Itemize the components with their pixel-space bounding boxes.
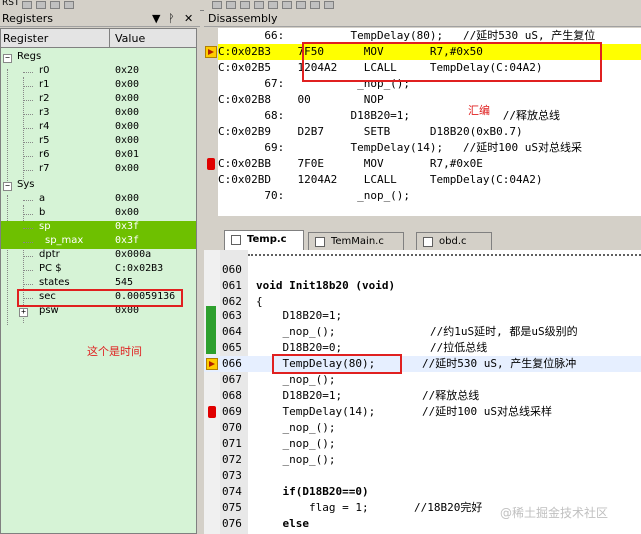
step-out-icon[interactable] xyxy=(50,1,60,9)
registers-column-header: Register Value xyxy=(1,29,196,48)
code-line[interactable]: 065 D18B20=0;//拉低总线 xyxy=(204,340,641,356)
disasm-source-line[interactable]: 69: TempDelay(14); //延时100 uS对总线采 xyxy=(218,140,641,156)
window-icon[interactable] xyxy=(240,1,250,9)
file-icon xyxy=(231,235,241,245)
tab-temp-c[interactable]: Temp.c xyxy=(224,230,304,250)
breakpoint-icon[interactable] xyxy=(208,406,216,418)
file-icon xyxy=(315,237,325,247)
code-line[interactable]: 060 xyxy=(204,262,641,278)
annotation-box xyxy=(302,42,602,82)
tree-group-regs[interactable]: − Regs xyxy=(1,51,196,65)
register-row-selected[interactable]: sp_max 0x3f xyxy=(1,235,196,249)
window-icon[interactable] xyxy=(212,1,222,9)
pin-icon[interactable]: ᚹ xyxy=(168,12,175,25)
window-icon[interactable] xyxy=(268,1,278,9)
annotation-note: 这个是时间 xyxy=(87,345,142,358)
register-row[interactable]: a 0x00 xyxy=(1,193,196,207)
window-icon[interactable] xyxy=(324,1,334,9)
close-icon[interactable]: ✕ xyxy=(184,12,193,25)
disassembly-window: 66: TempDelay(80); //延时530 uS, 产生复位 C:0x… xyxy=(204,28,641,216)
code-line[interactable]: 071 _nop_(); xyxy=(204,436,641,452)
window-icon[interactable] xyxy=(254,1,264,9)
reset-button[interactable]: RST xyxy=(2,0,19,8)
disasm-line[interactable]: C:0x02BB 7F0E MOV R7,#0x0E xyxy=(218,156,641,172)
dropdown-icon[interactable]: ▼ xyxy=(152,12,160,25)
editor-tabbar: Temp.c TemMain.c obd.c xyxy=(204,230,641,250)
disasm-source-line[interactable]: 68: D18B20=1; //释放总线 xyxy=(218,108,641,124)
window-icon[interactable] xyxy=(310,1,320,9)
registers-panel: Registers ▼ ᚹ ✕ Register Value − Regs r0… xyxy=(0,10,200,534)
disasm-line[interactable]: C:0x02B8 00 NOP xyxy=(218,92,641,108)
code-line-current[interactable]: 066 TempDelay(80);//延时530 uS, 产生复位脉冲 xyxy=(204,356,641,372)
expand-icon[interactable]: + xyxy=(19,308,28,317)
window-icon[interactable] xyxy=(296,1,306,9)
tab-temmain-c[interactable]: TemMain.c xyxy=(308,232,404,250)
register-row[interactable]: dptr 0x000a xyxy=(1,249,196,263)
window-icon[interactable] xyxy=(282,1,292,9)
code-line[interactable]: 069 TempDelay(14);//延时100 uS对总线采样 xyxy=(204,404,641,420)
value-column[interactable]: Value xyxy=(115,32,145,45)
code-line[interactable]: 074 if(D18B20==0) xyxy=(204,484,641,500)
register-row-selected[interactable]: sp 0x3f xyxy=(1,221,196,235)
code-line[interactable]: 073 xyxy=(204,468,641,484)
breakpoint-icon[interactable] xyxy=(207,158,215,170)
current-line-arrow-icon xyxy=(206,358,218,370)
run-to-cursor-icon[interactable] xyxy=(64,1,74,9)
step-icon[interactable] xyxy=(22,1,32,9)
disassembly-title-bar: Disassembly xyxy=(204,10,641,27)
code-line[interactable]: 064 _nop_();//约1uS延时, 都是uS级别的 xyxy=(204,324,641,340)
register-row[interactable]: PC $ C:0x02B3 xyxy=(1,263,196,277)
register-row[interactable]: r2 0x00 xyxy=(1,93,196,107)
window-icon[interactable] xyxy=(226,1,236,9)
register-row[interactable]: r1 0x00 xyxy=(1,79,196,93)
register-row[interactable]: r6 0x01 xyxy=(1,149,196,163)
collapse-icon[interactable]: − xyxy=(3,182,12,191)
register-row[interactable]: + psw 0x00 xyxy=(1,305,196,319)
tree-group-sys[interactable]: − Sys xyxy=(1,179,196,193)
annotation-box xyxy=(272,354,402,374)
code-line[interactable]: 061 void Init18b20 (void) xyxy=(204,278,641,294)
group-label: Sys xyxy=(17,179,35,190)
disassembly-title: Disassembly xyxy=(208,12,278,25)
annotation-box xyxy=(17,289,183,307)
code-line[interactable]: 063 D18B20=1; xyxy=(204,308,641,324)
file-icon xyxy=(423,237,433,247)
register-column[interactable]: Register xyxy=(3,32,48,45)
code-line[interactable]: 067 _nop_(); xyxy=(204,372,641,388)
disasm-line[interactable]: C:0x02B9 D2B7 SETB D18B20(0xB0.7) xyxy=(218,124,641,140)
step-over-icon[interactable] xyxy=(36,1,46,9)
register-row[interactable]: r0 0x20 xyxy=(1,65,196,79)
right-panel: Disassembly 66: TempDelay(80); //延时530 u… xyxy=(204,10,641,534)
register-row[interactable]: r3 0x00 xyxy=(1,107,196,121)
code-line[interactable]: 070 _nop_(); xyxy=(204,420,641,436)
tab-obd-c[interactable]: obd.c xyxy=(416,232,492,250)
disasm-source-line[interactable]: 70: _nop_(); xyxy=(218,188,641,204)
annotation-note: 汇编 xyxy=(468,104,490,117)
code-editor[interactable]: 060 061 void Init18b20 (void) 062{ 063 D1… xyxy=(204,250,641,534)
registers-title: Registers xyxy=(2,12,54,25)
collapse-icon[interactable]: − xyxy=(3,54,12,63)
registers-tree: Register Value − Regs r0 0x20 r1 0x00 r2… xyxy=(0,28,197,534)
code-line[interactable]: 068 D18B20=1;//释放总线 xyxy=(204,388,641,404)
watermark: @稀土掘金技术社区 xyxy=(500,506,609,520)
register-row[interactable]: b 0x00 xyxy=(1,207,196,221)
register-row[interactable]: r4 0x00 xyxy=(1,121,196,135)
group-label: Regs xyxy=(17,51,42,62)
register-row[interactable]: r5 0x00 xyxy=(1,135,196,149)
code-line[interactable]: 072 _nop_(); xyxy=(204,452,641,468)
register-row[interactable]: r7 0x00 xyxy=(1,163,196,177)
registers-title-bar: Registers ▼ ᚹ ✕ xyxy=(0,10,200,27)
current-instruction-arrow-icon xyxy=(205,46,217,58)
disasm-line[interactable]: C:0x02BD 1204A2 LCALL TempDelay(C:04A2) xyxy=(218,172,641,188)
